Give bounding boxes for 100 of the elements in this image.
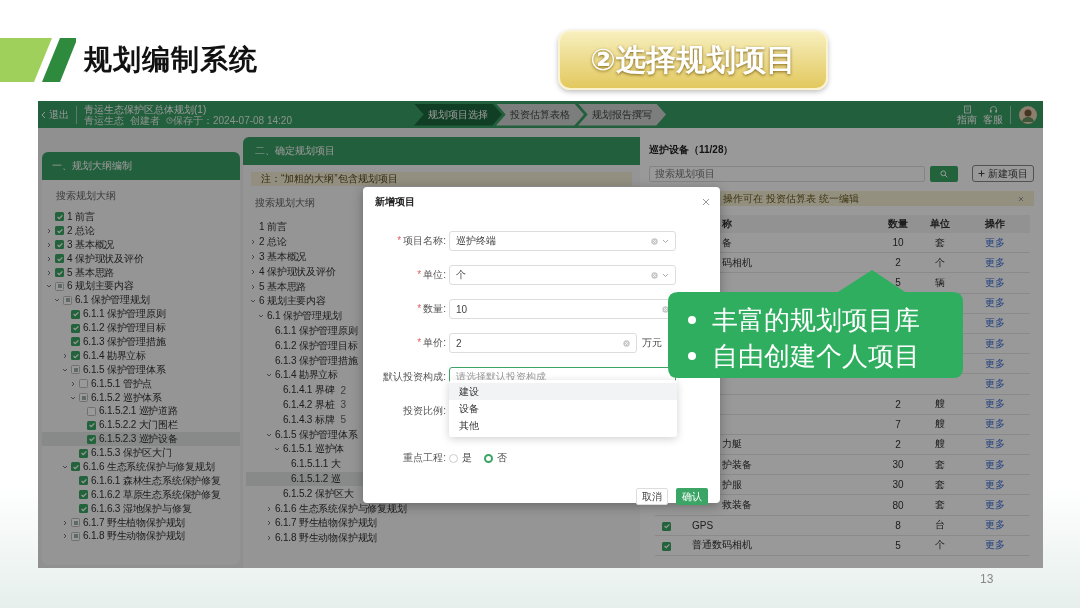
- tree-item-label: 6.1.3 保护管理措施: [83, 334, 166, 349]
- table-cell: 套: [935, 499, 945, 511]
- field-label: 默认投资构成:: [383, 371, 446, 382]
- table-cell: 艘: [935, 398, 945, 410]
- step-badge: ②选择规划项目: [558, 30, 828, 90]
- table-cell: 艘: [935, 418, 945, 430]
- tree-item-label: 6.1.4.3 标牌: [283, 412, 335, 427]
- table-cell-text: 普通数码相机: [691, 539, 752, 551]
- field-label: 单价:: [423, 337, 446, 348]
- tree-item-label: 1 前言: [259, 220, 287, 235]
- slide-title: 规划编制系统: [84, 43, 258, 77]
- tree-item-label: 6.1.5.1.2 巡: [291, 471, 341, 486]
- required-mark: *: [417, 303, 422, 314]
- project-title: 青运生态保护区总体规划(1): [84, 103, 208, 115]
- notice-text: 操作可在 投资估算表 统一编辑: [723, 191, 860, 206]
- column-header: 操作: [985, 218, 1005, 229]
- table-cell-text: 护装备: [721, 458, 752, 470]
- table-cell-text: 备: [721, 236, 732, 248]
- field-label: 数量:: [423, 303, 446, 314]
- table-cell-text: 码相机: [721, 256, 752, 268]
- table-cell: 7: [895, 418, 901, 430]
- tree-item-label: 6.1.5.1 巡护体: [283, 442, 345, 457]
- dialog-title: 新增项目: [375, 195, 415, 209]
- table-cell: 2: [895, 398, 901, 410]
- tree-item-label: 1 前言: [67, 209, 95, 224]
- tree-item-label: 2 总论: [67, 223, 95, 238]
- table-cell-text: 护服: [721, 478, 742, 490]
- table-cell: 个: [935, 539, 945, 551]
- tree-item-label: 6.1.5.2 巡护体系: [91, 390, 162, 405]
- tree-item-label: 6.1.6.2 草原生态系统保护修复: [91, 487, 221, 502]
- column-header: 称: [721, 218, 732, 229]
- tree-item-label: 6.1.6 生态系统保护与修复规划: [83, 460, 215, 474]
- table-cell-text: 力艇: [721, 438, 742, 450]
- table-cell: 80: [892, 499, 904, 511]
- table-cell: 5: [895, 277, 901, 289]
- tree-item-label: 6.1.5.3 保护区大门: [91, 446, 172, 461]
- project-meta: 青运生态: [84, 114, 124, 126]
- table-cell: 10: [892, 237, 904, 249]
- project-meta: 保存于：2024-07-08 14:20: [173, 114, 292, 126]
- column-header: 数量: [888, 218, 908, 229]
- tree-item-label: 6.1.8 野生动物保护规划: [275, 531, 378, 546]
- tree-item-label: 6.1.3 保护管理措施: [275, 353, 358, 368]
- tree-item-label: 6.1.7 野生植物保护规划: [275, 516, 378, 531]
- field-label: 重点工程:: [403, 452, 446, 463]
- callout-text: 自由创建个人项目: [712, 339, 920, 373]
- tree-item-label: 3 基本概况: [67, 237, 115, 252]
- tree-item-label: 6.1.5.2 保护区大: [283, 486, 354, 501]
- table-cell: 套: [935, 458, 945, 470]
- tree-item-label: 6.1.6.1 森林生态系统保护修复: [91, 473, 221, 488]
- column-header: 单位: [930, 218, 950, 229]
- field-label: 投资比例:: [403, 405, 446, 416]
- table-cell: 个: [935, 256, 945, 268]
- table-cell: 辆: [935, 276, 945, 288]
- table-cell: 8: [895, 519, 901, 531]
- tree-item-label: 6.1.5.2.1 巡护道路: [99, 404, 178, 419]
- unit-suffix: 万元: [642, 336, 662, 350]
- panel-title: 一、规划大纲编制: [42, 152, 240, 180]
- tree-item-label: 6.1.8 野生动物保护规划: [83, 529, 186, 544]
- tree-item-label: 2 总论: [259, 235, 287, 250]
- tree-item-label: 6.1.4.2 界桩: [283, 397, 335, 412]
- table-cell: 台: [935, 519, 945, 531]
- required-mark: *: [417, 337, 422, 348]
- tree-item-label: 6.1.7 野生植物保护规划: [83, 515, 186, 530]
- tree-item-label: 5 基本思路: [67, 265, 115, 280]
- project-meta: 创建者: [130, 114, 160, 126]
- callout-text: 丰富的规划项目库: [712, 303, 920, 337]
- tree-item-label: 6.1.5.1 管护点: [91, 376, 153, 391]
- field-label: 单位:: [423, 269, 446, 280]
- tree-item-label: 6.1.1 保护管理原则: [83, 307, 166, 322]
- item-count: 2: [340, 384, 346, 396]
- table-cell: 30: [892, 479, 904, 491]
- notice-bar: 注：“加粗的大纲”包含规划项目: [251, 172, 632, 186]
- tree-item-label: 6.1.4.1 界碑: [283, 383, 335, 398]
- tree-item-label: 6.1.6 生态系统保护与修复规划: [275, 501, 407, 516]
- tree-item-label: 4 保护现状及评价: [67, 251, 144, 266]
- table-cell: 套: [935, 236, 945, 248]
- table-cell-text: 救装备: [721, 499, 752, 511]
- tree-item-label: 6.1.4 勘界立标: [275, 368, 339, 383]
- tree-item-label: 5 基本思路: [259, 279, 307, 294]
- panel-title: 巡护设备（11/28）: [649, 144, 735, 156]
- panel-title: 二、确定规划项目: [243, 137, 640, 165]
- tree-item-label: 6.1.1 保护管理原则: [275, 323, 358, 338]
- tree-item-label: 6.1.5 保护管理体系: [83, 362, 166, 377]
- field-label: 项目名称:: [403, 235, 446, 246]
- tree-item-label: 6.1.4 勘界立标: [83, 348, 147, 363]
- item-count: 5: [340, 414, 346, 426]
- tree-item-label: 6 规划主要内容: [259, 294, 326, 309]
- table-cell: 5: [895, 539, 901, 551]
- tree-item-label: 6.1.6.3 湿地保护与修复: [91, 501, 192, 516]
- tree-item-label: 3 基本概况: [259, 250, 307, 264]
- required-mark: *: [417, 269, 422, 280]
- page-number: 13: [980, 572, 994, 586]
- table-cell: 套: [935, 478, 945, 490]
- tree-item-label: 4 保护现状及评价: [259, 264, 336, 279]
- tree-item-label: 6.1 保护管理规划: [267, 309, 342, 324]
- tree-item-label: 6.1.5 保护管理体系: [275, 427, 358, 442]
- required-mark: *: [397, 235, 402, 246]
- tree-item-label: 6.1.2 保护管理目标: [83, 321, 166, 336]
- item-count: 3: [340, 399, 346, 411]
- table-cell: 2: [895, 257, 901, 269]
